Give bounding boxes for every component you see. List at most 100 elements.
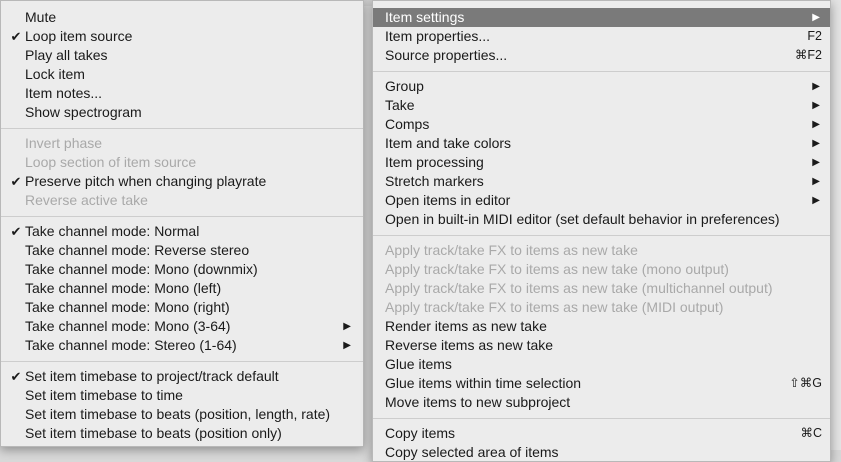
context-menu-items: Item settings ▶ Item properties... F2 Source…	[373, 1, 830, 461]
submenu-arrow-icon: ▶	[812, 195, 820, 206]
menu-item-label: Item and take colors	[385, 135, 512, 151]
menu-item-label: Open in built-in MIDI editor (set defaul…	[385, 211, 780, 227]
submenu-item-preserve-pitch-when-changing-playrate[interactable]: ✔ Preserve pitch when changing playrate	[1, 172, 363, 191]
menu-item-label: Take	[385, 97, 415, 113]
submenu-arrow-icon: ▶	[343, 321, 351, 332]
context-item-take[interactable]: Take ▶	[373, 96, 830, 115]
context-item-reverse-items-as-new-take[interactable]: Reverse items as new take	[373, 336, 830, 355]
submenu-item-take-channel-mode-stereo-1-64[interactable]: Take channel mode: Stereo (1-64) ▶	[1, 336, 363, 355]
context-item-glue-items[interactable]: Glue items	[373, 355, 830, 374]
submenu-item-take-channel-mode-reverse-stereo[interactable]: Take channel mode: Reverse stereo	[1, 241, 363, 260]
submenu-arrow-icon: ▶	[812, 157, 820, 168]
context-item-item-settings[interactable]: Item settings ▶	[373, 8, 830, 27]
submenu-item-take-channel-mode-mono-left[interactable]: Take channel mode: Mono (left)	[1, 279, 363, 298]
context-item-stretch-markers[interactable]: Stretch markers ▶	[373, 172, 830, 191]
context-item-move-items-to-new-subproject[interactable]: Move items to new subproject	[373, 393, 830, 412]
submenu-item-set-item-timebase-to-time[interactable]: Set item timebase to time	[1, 386, 363, 405]
menu-item-label: Source properties...	[385, 47, 508, 63]
checkmark-icon: ✔	[10, 224, 22, 239]
menu-item-label: Take channel mode: Mono (downmix)	[25, 261, 258, 277]
context-item-apply-track-take-fx-to-items-as-new-take-mono-output: Apply track/take FX to items as new take…	[373, 260, 830, 279]
menu-item-label: Preserve pitch when changing playrate	[25, 173, 267, 189]
submenu-item-take-channel-mode-mono-3-64[interactable]: Take channel mode: Mono (3-64) ▶	[1, 317, 363, 336]
menu-separator	[373, 65, 830, 77]
menu-item-label: Apply track/take FX to items as new take…	[385, 299, 724, 315]
menu-item-shortcut: ⇧⌘G	[789, 376, 822, 390]
submenu-item-play-all-takes[interactable]: Play all takes	[1, 46, 363, 65]
context-item-item-properties[interactable]: Item properties... F2	[373, 27, 830, 46]
context-item-copy-selected-area-of-items[interactable]: Copy selected area of items	[373, 443, 830, 461]
menu-item-label: Glue items within time selection	[385, 375, 582, 391]
menu-separator	[373, 229, 830, 241]
submenu-arrow-icon: ▶	[812, 81, 820, 92]
submenu-item-set-item-timebase-to-project-track-default[interactable]: ✔ Set item timebase to project/track defa…	[1, 367, 363, 386]
context-item-item-and-take-colors[interactable]: Item and take colors ▶	[373, 134, 830, 153]
submenu-item-show-spectrogram[interactable]: Show spectrogram	[1, 103, 363, 122]
submenu-arrow-icon: ▶	[812, 119, 820, 130]
submenu-item-loop-item-source[interactable]: ✔ Loop item source	[1, 27, 363, 46]
menu-item-label: Item settings	[385, 9, 465, 25]
context-item-group[interactable]: Group ▶	[373, 77, 830, 96]
menu-item-label: Item notes...	[25, 85, 103, 101]
menu-item-label: Take channel mode: Mono (3-64)	[25, 318, 231, 334]
submenu-arrow-icon: ▶	[812, 100, 820, 111]
submenu-item-invert-phase: Invert phase	[1, 134, 363, 153]
context-item-open-items-in-editor[interactable]: Open items in editor ▶	[373, 191, 830, 210]
menu-item-label: Item processing	[385, 154, 484, 170]
submenu-item-loop-section-of-item-source: Loop section of item source	[1, 153, 363, 172]
context-item-item-processing[interactable]: Item processing ▶	[373, 153, 830, 172]
menu-item-label: Invert phase	[25, 135, 103, 151]
submenu-arrow-icon: ▶	[812, 138, 820, 149]
menu-item-label: Reverse active take	[25, 192, 148, 208]
context-item-apply-track-take-fx-to-items-as-new-take-multichannel-output: Apply track/take FX to items as new take…	[373, 279, 830, 298]
context-item-apply-track-take-fx-to-items-as-new-take: Apply track/take FX to items as new take	[373, 241, 830, 260]
item-context-menu: Item settings ▶ Item properties... F2 Source…	[372, 0, 831, 462]
submenu-item-take-channel-mode-mono-downmix[interactable]: Take channel mode: Mono (downmix)	[1, 260, 363, 279]
context-item-source-properties[interactable]: Source properties... ⌘F2	[373, 46, 830, 65]
checkmark-icon: ✔	[10, 174, 22, 189]
menu-item-label: Apply track/take FX to items as new take	[385, 242, 638, 258]
menu-item-label: Move items to new subproject	[385, 394, 571, 410]
context-item-comps[interactable]: Comps ▶	[373, 115, 830, 134]
menu-item-label: Reverse items as new take	[385, 337, 554, 353]
context-item-apply-track-take-fx-to-items-as-new-take-midi-output: Apply track/take FX to items as new take…	[373, 298, 830, 317]
menu-item-label: Take channel mode: Mono (right)	[25, 299, 230, 315]
menu-item-label: Loop section of item source	[25, 154, 197, 170]
menu-item-shortcut: ⌘C	[800, 426, 822, 440]
context-item-glue-items-within-time-selection[interactable]: Glue items within time selection ⇧⌘G	[373, 374, 830, 393]
submenu-arrow-icon: ▶	[812, 12, 820, 23]
menu-separator	[373, 412, 830, 424]
menu-item-label: Comps	[385, 116, 430, 132]
context-item-copy-items[interactable]: Copy items ⌘C	[373, 424, 830, 443]
context-item-render-items-as-new-take[interactable]: Render items as new take	[373, 317, 830, 336]
menu-item-shortcut: ⌘F2	[794, 48, 822, 62]
menu-item-label: Set item timebase to beats (position, le…	[25, 406, 331, 422]
submenu-item-set-item-timebase-to-beats-position-length-rate[interactable]: Set item timebase to beats (position, le…	[1, 405, 363, 424]
menu-item-label: Take channel mode: Stereo (1-64)	[25, 337, 237, 353]
submenu-items: Mute ✔ Loop item source Play all takes Lock …	[1, 1, 363, 443]
menu-item-label: Open items in editor	[385, 192, 511, 208]
menu-separator	[1, 122, 363, 134]
menu-item-label: Set item timebase to time	[25, 387, 183, 403]
menu-item-label: Item properties...	[385, 28, 491, 44]
submenu-item-lock-item[interactable]: Lock item	[1, 65, 363, 84]
context-item-open-in-built-in-midi-editor-set-default-behavior-in-preferences[interactable]: Open in built-in MIDI editor (set defaul…	[373, 210, 830, 229]
submenu-item-mute[interactable]: Mute	[1, 8, 363, 27]
menu-item-label: Show spectrogram	[25, 104, 142, 120]
menu-item-label: Render items as new take	[385, 318, 547, 334]
menu-item-label: Loop item source	[25, 28, 133, 44]
menu-item-label: Lock item	[25, 66, 85, 82]
menu-item-shortcut: F2	[807, 29, 822, 43]
submenu-item-take-channel-mode-normal[interactable]: ✔ Take channel mode: Normal	[1, 222, 363, 241]
submenu-item-item-notes[interactable]: Item notes...	[1, 84, 363, 103]
menu-item-label: Mute	[25, 9, 57, 25]
submenu-arrow-icon: ▶	[343, 340, 351, 351]
submenu-item-take-channel-mode-mono-right[interactable]: Take channel mode: Mono (right)	[1, 298, 363, 317]
menu-separator	[1, 355, 363, 367]
submenu-item-set-item-timebase-to-beats-position-only[interactable]: Set item timebase to beats (position onl…	[1, 424, 363, 443]
menu-item-label: Set item timebase to beats (position onl…	[25, 425, 282, 441]
menu-item-label: Apply track/take FX to items as new take…	[385, 261, 729, 277]
menu-item-label: Apply track/take FX to items as new take…	[385, 280, 773, 296]
menu-item-label: Stretch markers	[385, 173, 484, 189]
menu-item-label: Take channel mode: Normal	[25, 223, 200, 239]
